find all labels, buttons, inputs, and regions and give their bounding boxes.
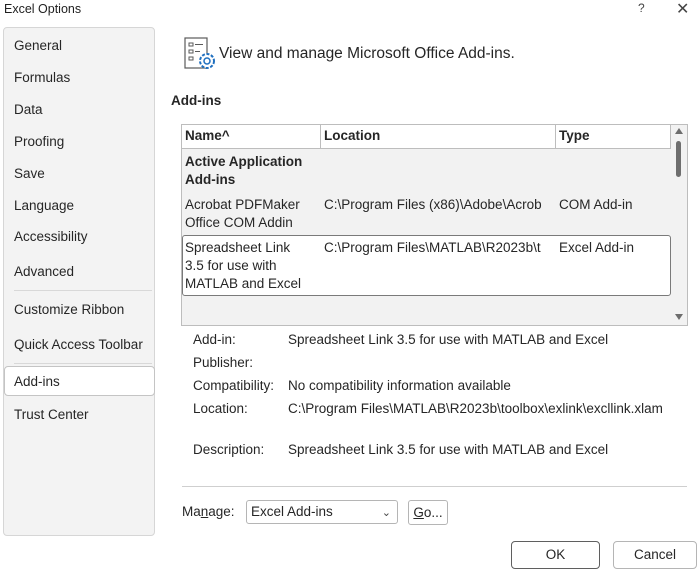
divider xyxy=(182,486,687,487)
help-button[interactable]: ? xyxy=(638,1,645,15)
sidebar-item-proofing[interactable]: Proofing xyxy=(4,127,154,157)
group-label: Add-ins xyxy=(185,172,236,187)
chevron-down-icon: ⌄ xyxy=(381,507,391,519)
addins-gear-icon xyxy=(184,37,215,69)
sidebar-item-accessibility[interactable]: Accessibility xyxy=(4,222,154,252)
location-value: C:\Program Files\MATLAB\R2023b\toolbox\e… xyxy=(288,401,663,416)
sidebar-item-add-ins[interactable]: Add-ins xyxy=(4,366,155,396)
window-title: Excel Options xyxy=(4,2,82,16)
go-accelerator: G xyxy=(413,505,424,520)
page-title: View and manage Microsoft Office Add-ins… xyxy=(219,45,515,62)
manage-label-text: age: xyxy=(208,504,235,519)
sidebar-item-advanced[interactable]: Advanced xyxy=(4,257,154,287)
go-label: o... xyxy=(423,505,443,520)
manage-label-text: Ma xyxy=(182,504,201,519)
row-type: COM Add-in xyxy=(559,197,633,212)
vertical-scrollbar[interactable] xyxy=(671,125,687,325)
manage-dropdown[interactable]: Excel Add-ins ⌄ xyxy=(246,500,398,524)
row-name: MATLAB and Excel xyxy=(185,276,302,291)
sidebar: General Formulas Data Proofing Save Lang… xyxy=(3,27,155,536)
column-header-type[interactable]: Type xyxy=(556,125,671,149)
manage-label: Manage: xyxy=(182,504,235,519)
addin-value: Spreadsheet Link 3.5 for use with MATLAB… xyxy=(288,332,609,347)
addins-list[interactable]: Name^ Location Type Active Application A… xyxy=(181,124,688,326)
addin-label: Add-in: xyxy=(193,332,236,347)
title-bar: Excel Options ? ✕ xyxy=(0,0,700,22)
sidebar-item-save[interactable]: Save xyxy=(4,159,154,189)
column-header-location[interactable]: Location xyxy=(321,125,556,149)
table-row-selected[interactable]: Spreadsheet Link 3.5 for use with MATLAB… xyxy=(182,235,671,296)
location-label: Location: xyxy=(193,401,248,416)
cancel-button[interactable]: Cancel xyxy=(613,541,697,569)
scroll-up-icon[interactable] xyxy=(675,128,683,134)
go-button[interactable]: Go... xyxy=(408,500,448,525)
sidebar-divider xyxy=(14,363,152,364)
close-icon[interactable]: ✕ xyxy=(676,0,689,19)
manage-selected-value: Excel Add-ins xyxy=(251,504,333,519)
compatibility-value: No compatibility information available xyxy=(288,378,511,393)
description-label: Description: xyxy=(193,442,265,457)
sidebar-item-data[interactable]: Data xyxy=(4,95,154,125)
row-name: Office COM Addin xyxy=(185,215,293,230)
publisher-label: Publisher: xyxy=(193,355,254,370)
description-value: Spreadsheet Link 3.5 for use with MATLAB… xyxy=(288,442,609,457)
row-type: Excel Add-in xyxy=(559,240,635,255)
group-label: Active Application xyxy=(185,154,303,169)
row-name: Spreadsheet Link xyxy=(185,240,291,255)
sidebar-item-language[interactable]: Language xyxy=(4,191,154,221)
scroll-down-icon[interactable] xyxy=(675,314,683,320)
sidebar-item-trust-center[interactable]: Trust Center xyxy=(4,400,154,430)
row-name: Acrobat PDFMaker xyxy=(185,197,300,212)
main-panel: View and manage Microsoft Office Add-ins… xyxy=(160,22,700,573)
row-location: C:\Program Files\MATLAB\R2023b\t xyxy=(324,240,541,255)
sidebar-item-general[interactable]: General xyxy=(4,31,154,61)
scroll-thumb[interactable] xyxy=(676,141,681,177)
row-name: 3.5 for use with xyxy=(185,258,277,273)
sidebar-item-formulas[interactable]: Formulas xyxy=(4,63,154,93)
column-header-name[interactable]: Name^ xyxy=(182,125,321,149)
sidebar-divider xyxy=(14,290,152,291)
sidebar-item-quick-access-toolbar[interactable]: Quick Access Toolbar xyxy=(4,330,154,360)
ok-button[interactable]: OK xyxy=(511,541,600,569)
row-location: C:\Program Files (x86)\Adobe\Acrob xyxy=(324,197,542,212)
sidebar-item-customize-ribbon[interactable]: Customize Ribbon xyxy=(4,295,154,325)
compatibility-label: Compatibility: xyxy=(193,378,275,393)
section-title: Add-ins xyxy=(171,93,222,108)
